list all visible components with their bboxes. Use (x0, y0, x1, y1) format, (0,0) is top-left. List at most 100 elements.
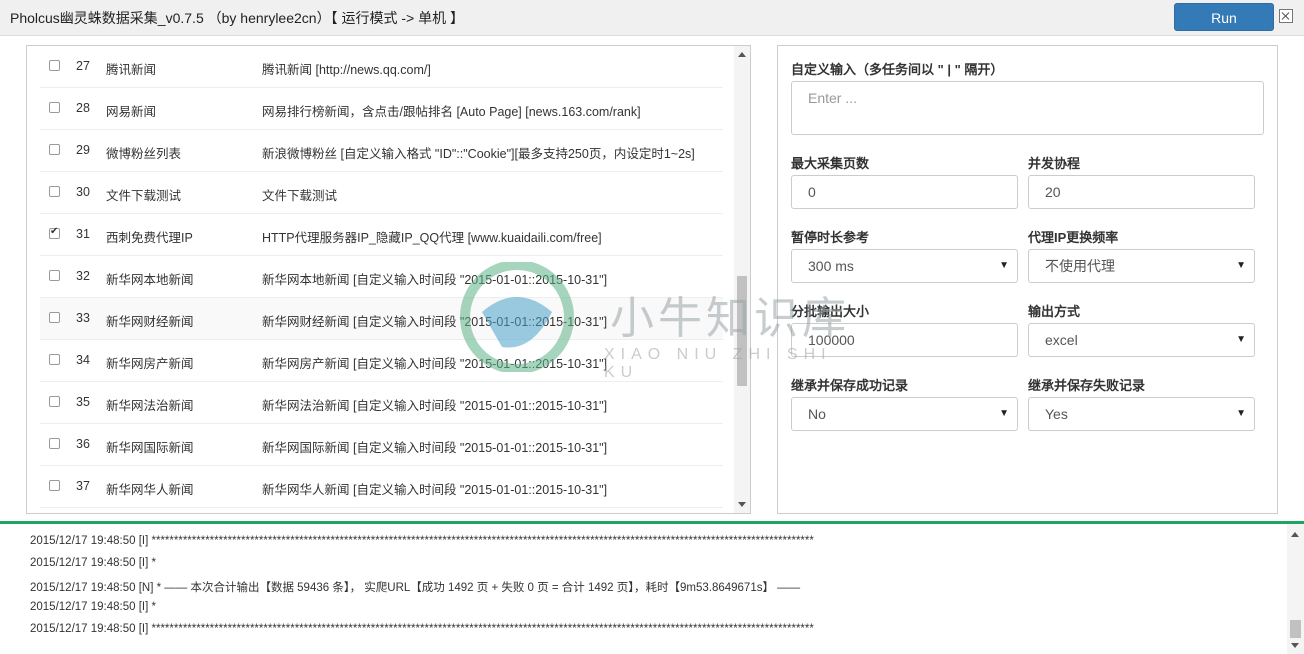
inherit-success-select[interactable]: No ▼ (791, 397, 1018, 431)
spider-description: 新华网本地新闻 [自定义输入时间段 "2015-01-01::2015-10-3… (262, 273, 608, 287)
pause-select-value: 300 ms (808, 258, 854, 274)
spider-row[interactable]: 27 腾讯新闻 腾讯新闻 [http://news.qq.com/] (40, 46, 723, 88)
scroll-down-arrow-icon[interactable] (738, 502, 746, 507)
chevron-down-icon: ▼ (999, 408, 1009, 419)
spider-index: 29 (76, 143, 90, 157)
log-line: 2015/12/17 19:48:50 [N] * —— 本次合计输出【数据 5… (30, 582, 801, 594)
spider-description: 新华网法治新闻 [自定义输入时间段 "2015-01-01::2015-10-3… (262, 399, 608, 413)
spider-checkbox[interactable] (49, 186, 60, 197)
spider-checkbox[interactable] (49, 226, 60, 239)
pause-select[interactable]: 300 ms ▼ (791, 249, 1018, 283)
spider-row[interactable]: 28 网易新闻 网易排行榜新闻，含点击/跟帖排名 [Auto Page] [news… (40, 88, 723, 130)
chevron-down-icon: ▼ (1236, 334, 1246, 345)
spider-index: 32 (76, 269, 90, 283)
inherit-fail-value: Yes (1045, 406, 1068, 422)
spider-checkbox[interactable] (49, 270, 60, 281)
scrollbar-thumb[interactable] (1290, 620, 1301, 638)
spider-index: 37 (76, 479, 90, 493)
spider-checkbox[interactable] (49, 396, 60, 407)
inherit-fail-select[interactable]: Yes ▼ (1028, 397, 1255, 431)
inherit-success-label: 继承并保存成功记录 (791, 378, 909, 393)
spider-name: 腾讯新闻 (106, 63, 157, 77)
max-pages-input[interactable]: 0 (791, 175, 1018, 209)
spider-name: 新华网本地新闻 (106, 273, 194, 287)
spider-index: 27 (76, 59, 90, 73)
output-select[interactable]: excel ▼ (1028, 323, 1255, 357)
spider-checkbox[interactable] (49, 354, 60, 365)
chevron-down-icon: ▼ (999, 260, 1009, 271)
spider-row[interactable]: 36 新华网国际新闻 新华网国际新闻 [自定义输入时间段 "2015-01-01::… (40, 424, 723, 466)
spider-name: 新华网法治新闻 (106, 399, 194, 413)
output-select-value: excel (1045, 332, 1078, 348)
close-icon[interactable] (1279, 9, 1293, 23)
run-button[interactable]: Run (1174, 3, 1274, 31)
spider-description: 腾讯新闻 [http://news.qq.com/] (262, 63, 431, 77)
spider-checkbox[interactable] (49, 480, 60, 491)
title-bar: Pholcus幽灵蛛数据采集_v0.7.5 （by henrylee2cn）【 … (0, 0, 1304, 36)
spider-name: 微博粉丝列表 (106, 147, 182, 161)
log-line: 2015/12/17 19:48:50 [I] ****************… (30, 623, 814, 635)
scroll-up-arrow-icon[interactable] (1291, 532, 1299, 537)
spider-index: 36 (76, 437, 90, 451)
spider-index: 33 (76, 311, 90, 325)
inherit-success-value: No (808, 406, 826, 422)
spider-name: 文件下载测试 (106, 189, 182, 203)
log-line: 2015/12/17 19:48:50 [I] * (30, 557, 156, 569)
spider-name: 新华网财经新闻 (106, 315, 194, 329)
spider-row[interactable]: 33 新华网财经新闻 新华网财经新闻 [自定义输入时间段 "2015-01-01::… (40, 298, 723, 340)
spider-row[interactable]: 30 文件下载测试 文件下载测试 (40, 172, 723, 214)
spider-list-panel: 27 腾讯新闻 腾讯新闻 [http://news.qq.com/] 28 网易新闻 网易… (26, 45, 751, 514)
spider-index: 30 (76, 185, 90, 199)
spider-row[interactable]: 37 新华网华人新闻 新华网华人新闻 [自定义输入时间段 "2015-01-01::… (40, 466, 723, 508)
output-label: 输出方式 (1028, 304, 1081, 319)
spider-name: 新华网华人新闻 (106, 483, 194, 497)
batch-size-label: 分批输出大小 (791, 304, 870, 319)
spider-name: 新华网房产新闻 (106, 357, 194, 371)
app-title: Pholcus幽灵蛛数据采集_v0.7.5 （by henrylee2cn）【 … (10, 10, 464, 26)
scrollbar-thumb[interactable] (737, 276, 747, 386)
pause-label: 暂停时长参考 (791, 230, 870, 245)
custom-input-placeholder: Enter ... (808, 90, 858, 106)
concurrency-input[interactable]: 20 (1028, 175, 1255, 209)
inherit-fail-label: 继承并保存失败记录 (1028, 378, 1146, 393)
custom-input-label: 自定义输入（多任务间以 " | " 隔开） (791, 62, 1004, 77)
spider-row[interactable]: 29 微博粉丝列表 新浪微博粉丝 [自定义输入格式 "ID"::"Cookie"][… (40, 130, 723, 172)
spider-checkbox[interactable] (49, 312, 60, 323)
spider-checkbox[interactable] (49, 438, 60, 449)
log-console: 2015/12/17 19:48:50 [I] ****************… (0, 521, 1304, 654)
spider-checkbox[interactable] (49, 102, 60, 113)
spider-index: 35 (76, 395, 90, 409)
spider-description: 新浪微博粉丝 [自定义输入格式 "ID"::"Cookie"][最多支持250页… (262, 147, 695, 161)
spider-description: 网易排行榜新闻，含点击/跟帖排名 [Auto Page] [news.163.c… (262, 105, 641, 119)
chevron-down-icon: ▼ (1236, 408, 1246, 419)
spider-list-scrollbar[interactable] (734, 46, 750, 513)
spider-index: 28 (76, 101, 90, 115)
max-pages-label: 最大采集页数 (791, 156, 870, 171)
spider-description: 文件下载测试 (262, 189, 338, 203)
chevron-down-icon: ▼ (1236, 260, 1246, 271)
proxy-select[interactable]: 不使用代理 ▼ (1028, 249, 1255, 283)
spider-description: HTTP代理服务器IP_隐藏IP_QQ代理 [www.kuaidaili.com… (262, 231, 602, 245)
spider-index: 34 (76, 353, 90, 367)
spider-row[interactable]: 32 新华网本地新闻 新华网本地新闻 [自定义输入时间段 "2015-01-01::… (40, 256, 723, 298)
concurrency-label: 并发协程 (1028, 156, 1081, 171)
spider-description: 新华网国际新闻 [自定义输入时间段 "2015-01-01::2015-10-3… (262, 441, 608, 455)
spider-name: 西刺免费代理IP (106, 231, 193, 245)
log-line: 2015/12/17 19:48:50 [I] * (30, 601, 156, 613)
spider-checkbox[interactable] (49, 60, 60, 71)
spider-description: 新华网财经新闻 [自定义输入时间段 "2015-01-01::2015-10-3… (262, 315, 608, 329)
scroll-up-arrow-icon[interactable] (738, 52, 746, 57)
proxy-label: 代理IP更换频率 (1028, 230, 1119, 245)
log-scrollbar[interactable] (1287, 524, 1304, 654)
spider-row[interactable]: 35 新华网法治新闻 新华网法治新闻 [自定义输入时间段 "2015-01-01::… (40, 382, 723, 424)
spider-description: 新华网房产新闻 [自定义输入时间段 "2015-01-01::2015-10-3… (262, 357, 608, 371)
scroll-down-arrow-icon[interactable] (1291, 643, 1299, 648)
spider-row[interactable]: 34 新华网房产新闻 新华网房产新闻 [自定义输入时间段 "2015-01-01::… (40, 340, 723, 382)
custom-input-field[interactable]: Enter ... (791, 81, 1264, 135)
spider-row[interactable]: 31 西刺免费代理IP HTTP代理服务器IP_隐藏IP_QQ代理 [www.kua… (40, 214, 723, 256)
spider-checkbox[interactable] (49, 144, 60, 155)
proxy-select-value: 不使用代理 (1045, 258, 1115, 274)
spider-index: 31 (76, 227, 90, 241)
batch-size-input[interactable]: 100000 (791, 323, 1018, 357)
spider-name: 新华网国际新闻 (106, 441, 194, 455)
